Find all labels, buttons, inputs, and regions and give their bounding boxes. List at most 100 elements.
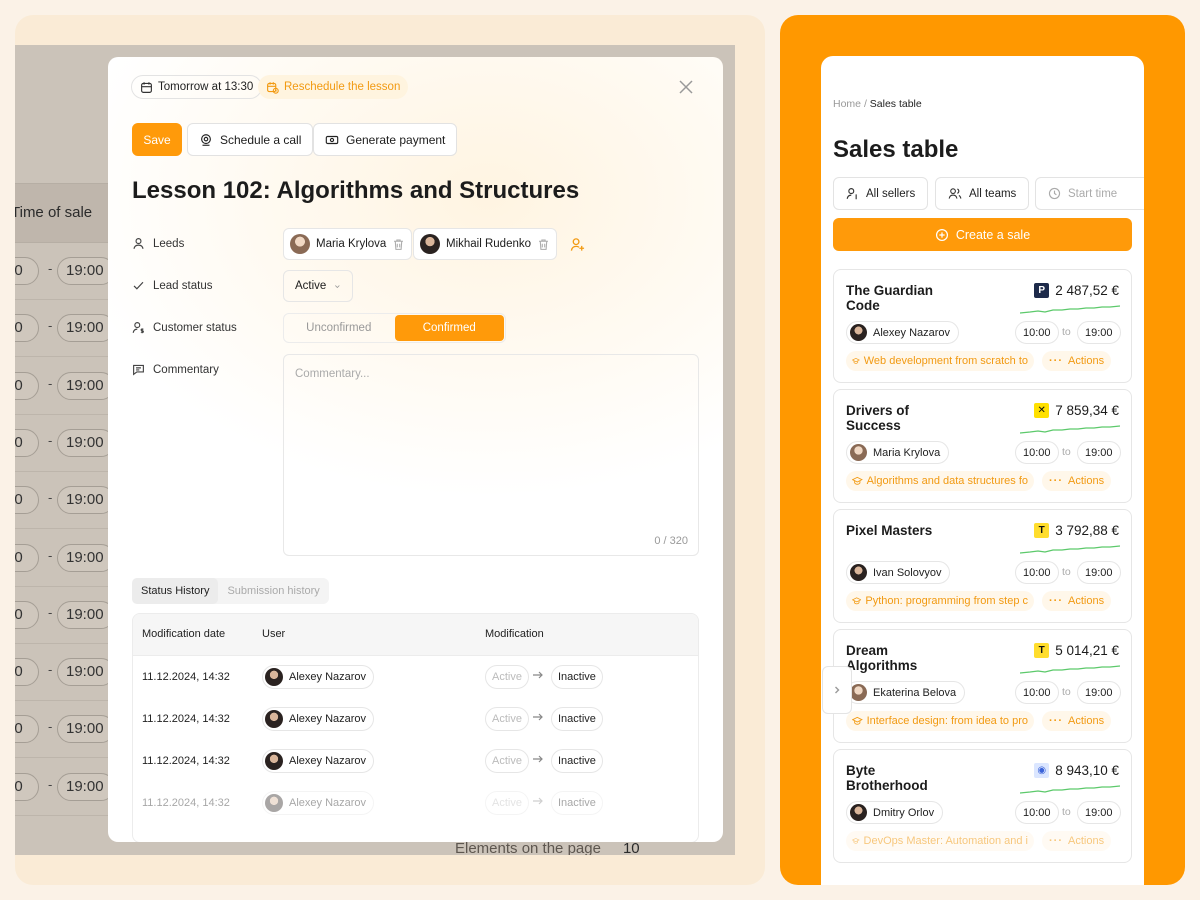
dots-icon: ··· — [1049, 835, 1063, 847]
start-time[interactable]: 10:00 — [1015, 321, 1059, 344]
course-chip[interactable]: Web development from scratch to — [846, 351, 1034, 371]
sale-card[interactable]: Dream Algorithms T 5 014,21 € Ekaterina Bel… — [833, 629, 1132, 743]
course-name: DevOps Master: Automation and i — [863, 835, 1028, 847]
trash-icon[interactable] — [392, 238, 405, 251]
start-time[interactable]: 10:00 — [1015, 561, 1059, 584]
bg-dash: - — [48, 604, 53, 620]
user-icon — [133, 238, 144, 249]
status-unconfirmed-option[interactable]: Unconfirmed — [284, 314, 394, 342]
seller-chip[interactable]: Ekaterina Belova — [846, 681, 966, 704]
bg-footer: Elements on the page 10 — [455, 840, 640, 855]
bg-table-row: 00-19:00 — [15, 243, 115, 300]
breadcrumb-home[interactable]: Home — [833, 98, 861, 110]
seller-chip[interactable]: Dmitry Orlov — [846, 801, 944, 824]
sale-card[interactable]: Drivers of Success ✕ 7 859,34 € Maria Krylo… — [833, 389, 1132, 503]
save-button[interactable]: Save — [132, 123, 182, 156]
course-chip[interactable]: Algorithms and data structures fo — [846, 471, 1034, 491]
status-to: Inactive — [551, 791, 603, 815]
actions-button[interactable]: ··· Actions — [1042, 591, 1112, 611]
close-icon[interactable] — [676, 77, 696, 97]
graduation-cap-icon — [852, 597, 862, 605]
table-row[interactable]: 11.12.2024, 14:32 Alexey Nazarov Active Ina… — [133, 656, 698, 698]
lesson-time-text: Tomorrow at 13:30 — [158, 81, 254, 93]
schedule-call-button[interactable]: Schedule a call — [187, 123, 314, 156]
actions-label: Actions — [1068, 355, 1105, 367]
table-row[interactable]: 11.12.2024, 14:32 Alexey Nazarov Active Ina… — [133, 698, 698, 740]
side-drawer-handle[interactable] — [822, 666, 852, 714]
course-chip[interactable]: Python: programming from step c — [846, 591, 1034, 611]
bg-start-time: 00 — [15, 486, 39, 515]
user-chip: Alexey Nazarov — [262, 707, 375, 731]
create-sale-label: Create a sale — [955, 227, 1031, 242]
bg-end-time: 19:00 — [57, 658, 115, 687]
lesson-modal: Tomorrow at 13:30 Reschedule the lesson … — [108, 57, 723, 842]
seller-chip[interactable]: Ivan Solovyov — [846, 561, 951, 584]
filter-start-time[interactable]: Start time — [1035, 177, 1144, 210]
start-time[interactable]: 10:00 — [1015, 681, 1059, 704]
clock-icon — [1048, 187, 1061, 200]
filter-sellers[interactable]: All sellers — [833, 177, 929, 210]
arrow-right-icon — [533, 797, 543, 805]
tab-status-history[interactable]: Status History — [132, 578, 219, 604]
arrow-right-icon — [533, 713, 543, 721]
lead-status-label-text: Lead status — [153, 279, 213, 292]
bg-table-row: 00-19:00 — [15, 701, 115, 759]
status-to: Inactive — [551, 749, 603, 773]
user-name: Alexey Nazarov — [289, 797, 367, 809]
sale-amount-wrap: T 5 014,21 € — [1034, 643, 1119, 658]
check-icon — [133, 281, 144, 290]
schedule-call-label: Schedule a call — [220, 132, 302, 147]
add-user-icon[interactable] — [570, 237, 585, 252]
end-time[interactable]: 19:00 — [1077, 441, 1121, 464]
seller-chip[interactable]: Maria Krylova — [846, 441, 950, 464]
course-chip[interactable]: DevOps Master: Automation and i — [846, 831, 1034, 851]
end-time[interactable]: 19:00 — [1077, 681, 1121, 704]
time-to-label: to — [1062, 566, 1071, 578]
bg-start-time: 00 — [15, 772, 39, 801]
bg-table-row: 00-19:00 — [15, 472, 115, 530]
commentary-input[interactable]: Commentary... 0 / 320 — [283, 354, 699, 556]
actions-button[interactable]: ··· Actions — [1042, 471, 1112, 491]
user-name: Alexey Nazarov — [289, 671, 367, 683]
end-time[interactable]: 19:00 — [1077, 321, 1121, 344]
table-row[interactable]: 11.12.2024, 14:32 Alexey Nazarov Active Ina… — [133, 740, 698, 782]
sale-amount: 7 859,34 € — [1055, 403, 1119, 418]
sale-card[interactable]: Pixel Masters T 3 792,88 € Ivan Solovyov 10:… — [833, 509, 1132, 623]
user-chip: Alexey Nazarov — [262, 749, 375, 773]
tab-submission-history[interactable]: Submission history — [218, 578, 328, 604]
lead-chip[interactable]: Maria Krylova — [283, 228, 413, 260]
sale-card[interactable]: The Guardian Code P 2 487,52 € Alexey Nazar… — [833, 269, 1132, 383]
bg-table-row: 00-19:00 — [15, 530, 115, 587]
status-confirmed-option[interactable]: Confirmed — [394, 315, 504, 341]
actions-button[interactable]: ··· Actions — [1042, 831, 1112, 851]
start-time[interactable]: 10:00 — [1015, 801, 1059, 824]
dots-icon: ··· — [1049, 715, 1063, 727]
avatar — [850, 804, 867, 821]
lead-status-select[interactable]: Active — [283, 270, 353, 302]
generate-payment-button[interactable]: Generate payment — [313, 123, 458, 156]
course-chip[interactable]: Interface design: from idea to pro — [846, 711, 1034, 731]
lead-chip[interactable]: Mikhail Rudenko — [413, 228, 558, 260]
end-time[interactable]: 19:00 — [1077, 561, 1121, 584]
start-time[interactable]: 10:00 — [1015, 441, 1059, 464]
seller-chip[interactable]: Alexey Nazarov — [846, 321, 960, 344]
table-row[interactable]: 11.12.2024, 14:32 Alexey Nazarov Active Ina… — [133, 782, 698, 824]
filter-teams[interactable]: All teams — [935, 177, 1030, 210]
actions-button[interactable]: ··· Actions — [1042, 711, 1112, 731]
end-time[interactable]: 19:00 — [1077, 801, 1121, 824]
dots-icon: ··· — [1049, 595, 1063, 607]
bg-table-row: 00-19:00 — [15, 415, 115, 472]
reschedule-button[interactable]: Reschedule the lesson — [258, 75, 409, 99]
sparkline — [1020, 785, 1120, 794]
user-dollar-icon — [132, 322, 144, 334]
avatar — [420, 234, 440, 254]
trash-icon[interactable] — [537, 238, 550, 251]
actions-button[interactable]: ··· Actions — [1042, 351, 1112, 371]
time-to-label: to — [1062, 686, 1071, 698]
create-sale-button[interactable]: Create a sale — [833, 218, 1132, 251]
arrow-right-icon — [533, 671, 543, 679]
sale-card[interactable]: Byte Brotherhood ◉ 8 943,10 € Dmitry Orlov 1… — [833, 749, 1132, 863]
user-name: Alexey Nazarov — [289, 713, 367, 725]
sparkline — [1020, 425, 1120, 434]
course-name: Web development from scratch to — [863, 355, 1028, 367]
